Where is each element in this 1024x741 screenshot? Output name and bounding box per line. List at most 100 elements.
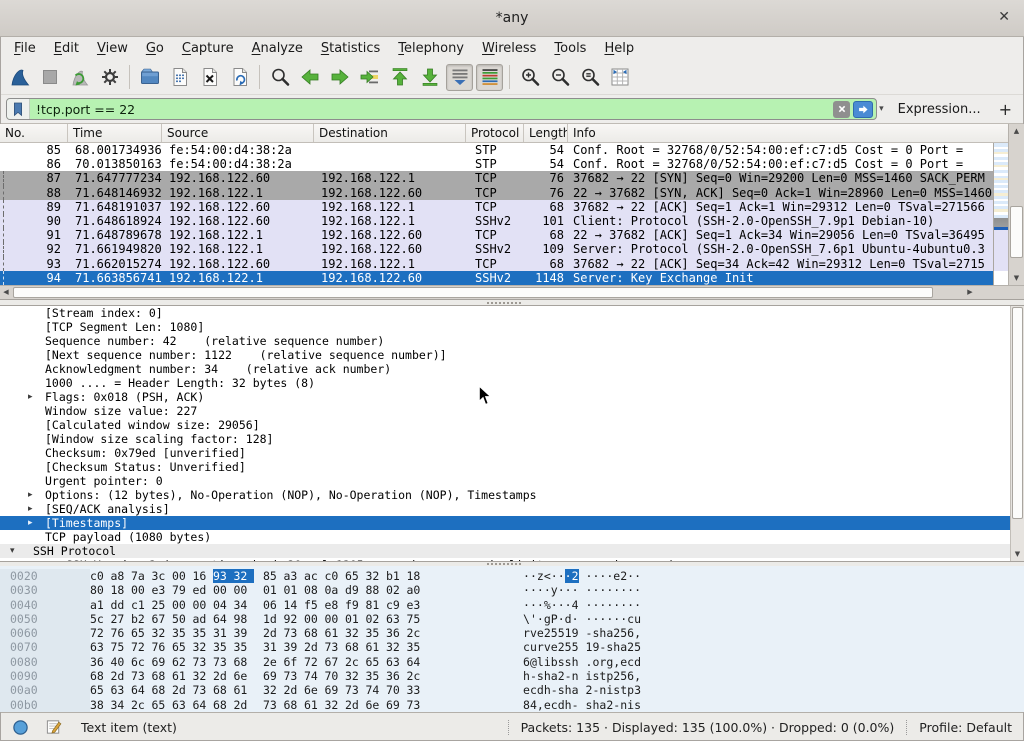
packet-list-horizontal-scrollbar[interactable]: ◀ ▶ [0, 285, 978, 299]
detail-row[interactable]: ▾SSH Protocol [0, 544, 1024, 558]
hex-row[interactable]: 0040a1ddc125000004340614f5e8f981c9e3···%… [0, 598, 1024, 612]
colorize-button[interactable] [476, 64, 503, 91]
scroll-left-icon[interactable]: ◀ [0, 286, 12, 299]
collapsed-icon[interactable]: ▸ [28, 516, 33, 530]
column-header-destination[interactable]: Destination [314, 124, 466, 142]
detail-row[interactable]: [Next sequence number: 1122 (relative se… [0, 348, 1024, 362]
menu-tools[interactable]: Tools [545, 39, 595, 58]
profile-text[interactable]: Profile: Default [906, 720, 1012, 735]
collapsed-icon[interactable]: ▸ [28, 390, 33, 404]
detail-row[interactable]: Sequence number: 42 (relative sequence n… [0, 334, 1024, 348]
expression-button[interactable]: Expression... [898, 102, 981, 117]
hex-row[interactable]: 006072766532353531392d7368613235362crve2… [0, 626, 1024, 640]
detail-row[interactable]: ▸[Timestamps] [0, 516, 1024, 530]
packet-row-93[interactable]: 9371.662015274192.168.122.60192.168.122.… [0, 257, 993, 271]
expert-info-button[interactable] [12, 719, 29, 736]
column-header-no[interactable]: No. [0, 124, 68, 142]
menu-capture[interactable]: Capture [173, 39, 243, 58]
zoom-100-button[interactable] [576, 64, 603, 91]
detail-row[interactable]: ▸Flags: 0x018 (PSH, ACK) [0, 390, 1024, 404]
clear-filter-button[interactable] [833, 101, 850, 118]
go-forward-button[interactable] [326, 64, 353, 91]
display-filter-input[interactable]: !tcp.port == 22 [6, 98, 877, 120]
collapsed-icon[interactable]: ▸ [28, 488, 33, 502]
scrollbar-thumb[interactable] [1012, 307, 1023, 519]
menu-edit[interactable]: Edit [45, 39, 88, 58]
capture-comment-button[interactable] [45, 718, 63, 736]
scroll-right-icon[interactable]: ▶ [964, 286, 976, 299]
go-to-packet-button[interactable] [356, 64, 383, 91]
file-reload-button[interactable] [226, 64, 253, 91]
capture-start-button[interactable] [6, 64, 33, 91]
detail-row[interactable]: Urgent pointer: 0 [0, 474, 1024, 488]
packet-bytes-pane[interactable]: 0020c0a87a3c0016933285a3acc06532b118··z<… [0, 566, 1024, 712]
scrollbar-thumb[interactable] [1010, 206, 1023, 258]
detail-row[interactable]: 1000 .... = Header Length: 32 bytes (8) [0, 376, 1024, 390]
file-close-button[interactable] [196, 64, 223, 91]
detail-row[interactable]: Checksum: 0x79ed [unverified] [0, 446, 1024, 460]
details-vertical-scrollbar[interactable]: ▼ [1010, 306, 1024, 561]
detail-row[interactable]: Window size value: 227 [0, 404, 1024, 418]
menu-help[interactable]: Help [595, 39, 643, 58]
column-header-length[interactable]: Length [524, 124, 568, 142]
auto-scroll-button[interactable] [446, 64, 473, 91]
zoom-in-button[interactable] [516, 64, 543, 91]
detail-row[interactable]: Acknowledgment number: 34 (relative ack … [0, 362, 1024, 376]
menu-wireless[interactable]: Wireless [473, 39, 545, 58]
filter-bookmark-button[interactable] [7, 99, 30, 119]
packet-row-85[interactable]: 8568.001734936fe:54:00:d4:38:2aSTP54Conf… [0, 143, 993, 157]
packet-row-87[interactable]: 8771.647777234192.168.122.60192.168.122.… [0, 171, 993, 185]
hex-row[interactable]: 0030801800e379ed00000101080ad98802a0····… [0, 583, 1024, 597]
packet-row-86[interactable]: 8670.013850163fe:54:00:d4:38:2aSTP54Conf… [0, 157, 993, 171]
scroll-down-icon[interactable]: ▼ [1011, 547, 1024, 561]
hex-row[interactable]: 0020c0a87a3c0016933285a3acc06532b118··z<… [0, 569, 1024, 583]
hex-row[interactable]: 00505c27b26750ad64981d92000001026375\'·g… [0, 612, 1024, 626]
menu-statistics[interactable]: Statistics [312, 39, 389, 58]
packet-list-vertical-scrollbar[interactable]: ▲ ▼ [1008, 124, 1024, 285]
titlebar[interactable]: *any ✕ [0, 0, 1024, 37]
scroll-up-icon[interactable]: ▲ [1009, 124, 1024, 138]
menu-view[interactable]: View [88, 39, 137, 58]
file-open-button[interactable] [136, 64, 163, 91]
menu-file[interactable]: File [5, 39, 45, 58]
menu-go[interactable]: Go [137, 39, 173, 58]
detail-row[interactable]: TCP payload (1080 bytes) [0, 530, 1024, 544]
detail-row[interactable]: [TCP Segment Len: 1080] [0, 320, 1024, 334]
packet-row-94[interactable]: 9471.663856741192.168.122.1192.168.122.6… [0, 271, 993, 285]
detail-row[interactable]: [Window size scaling factor: 128] [0, 432, 1024, 446]
packet-row-91[interactable]: 9171.648789678192.168.122.1192.168.122.6… [0, 228, 993, 242]
packet-row-90[interactable]: 9071.648618924192.168.122.60192.168.122.… [0, 214, 993, 228]
capture-stop-button[interactable] [36, 64, 63, 91]
scrollbar-thumb[interactable] [13, 287, 933, 298]
detail-row[interactable]: ▸Options: (12 bytes), No-Operation (NOP)… [0, 488, 1024, 502]
hex-row[interactable]: 0090682d736861322d6e697374703235362ch-sh… [0, 669, 1024, 683]
detail-row[interactable]: [Calculated window size: 29056] [0, 418, 1024, 432]
hex-row[interactable]: 008036406c69627373682e6f72672c6563646@li… [0, 655, 1024, 669]
packet-list-minimap[interactable] [993, 143, 1008, 285]
hex-row[interactable]: 0070637572766532353531392d7368613235curv… [0, 640, 1024, 654]
scroll-down-icon[interactable]: ▼ [1009, 271, 1024, 285]
detail-row[interactable]: ▸[SEQ/ACK analysis] [0, 502, 1024, 516]
add-filter-button[interactable]: + [999, 100, 1012, 119]
file-save-button[interactable] [166, 64, 193, 91]
menu-analyze[interactable]: Analyze [243, 39, 312, 58]
hex-row[interactable]: 00b038342c656364682d736861322d6e697384,e… [0, 698, 1024, 712]
packet-row-89[interactable]: 8971.648191037192.168.122.60192.168.122.… [0, 200, 993, 214]
go-last-button[interactable] [416, 64, 443, 91]
zoom-out-button[interactable] [546, 64, 573, 91]
column-header-time[interactable]: Time [68, 124, 162, 142]
filter-history-dropdown[interactable]: ▾ [877, 104, 888, 114]
column-header-protocol[interactable]: Protocol [466, 124, 524, 142]
detail-row[interactable]: [Checksum Status: Unverified] [0, 460, 1024, 474]
apply-filter-button[interactable] [853, 101, 873, 118]
packet-row-88[interactable]: 8871.648146932192.168.122.1192.168.122.6… [0, 186, 993, 200]
column-header-source[interactable]: Source [162, 124, 314, 142]
menu-telephony[interactable]: Telephony [389, 39, 473, 58]
packet-row-92[interactable]: 9271.661949820192.168.122.1192.168.122.6… [0, 242, 993, 256]
column-header-info[interactable]: Info [568, 124, 1008, 142]
hex-row[interactable]: 00a0656364682d736861322d6e6973747033ecdh… [0, 683, 1024, 697]
go-first-button[interactable] [386, 64, 413, 91]
detail-row[interactable]: [Stream index: 0] [0, 306, 1024, 320]
capture-options-button[interactable] [96, 64, 123, 91]
find-packet-button[interactable] [266, 64, 293, 91]
